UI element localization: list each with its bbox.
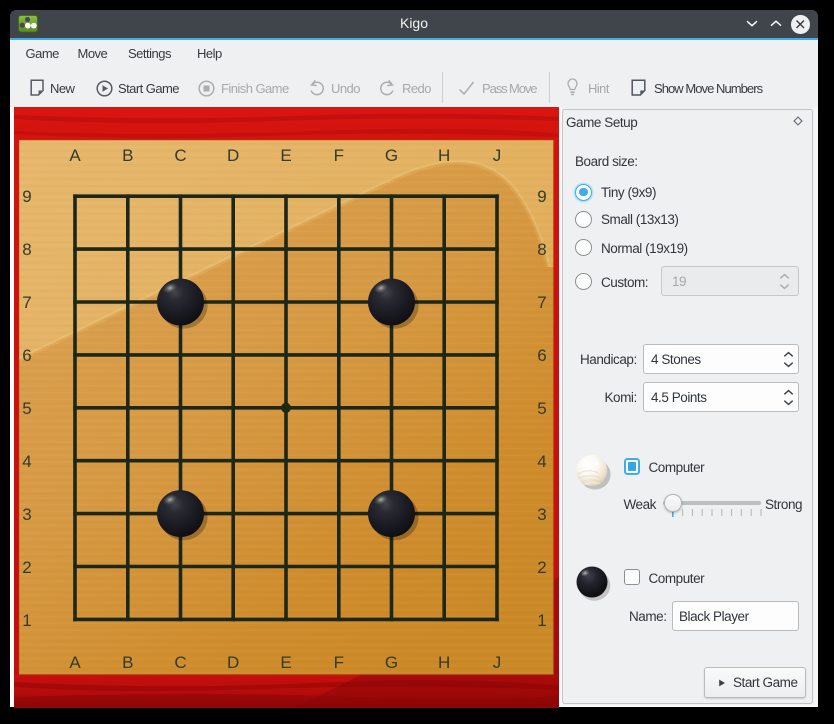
svg-text:E: E [280,653,291,672]
svg-text:6: 6 [537,346,546,365]
svg-text:D: D [227,146,239,165]
svg-text:7: 7 [22,293,31,312]
svg-text:3: 3 [537,505,546,524]
svg-text:8: 8 [537,240,546,259]
svg-text:2: 2 [537,558,546,577]
svg-text:G: G [385,653,398,672]
svg-text:6: 6 [22,346,31,365]
svg-text:1: 1 [537,611,546,630]
svg-text:3: 3 [22,505,31,524]
svg-text:2: 2 [22,558,31,577]
svg-text:C: C [174,653,186,672]
svg-text:A: A [69,653,81,672]
svg-text:J: J [493,146,502,165]
svg-text:B: B [122,653,133,672]
svg-text:F: F [334,146,344,165]
svg-text:D: D [227,653,239,672]
svg-text:J: J [493,653,502,672]
svg-text:9: 9 [537,187,546,206]
svg-text:A: A [69,146,81,165]
svg-text:G: G [385,146,398,165]
svg-text:4: 4 [537,452,546,471]
svg-text:8: 8 [22,240,31,259]
svg-text:7: 7 [537,293,546,312]
svg-text:E: E [280,146,291,165]
svg-text:5: 5 [22,399,31,418]
svg-text:H: H [438,653,450,672]
svg-text:1: 1 [22,611,31,630]
svg-text:4: 4 [22,452,31,471]
svg-text:B: B [122,146,133,165]
svg-text:H: H [438,146,450,165]
svg-text:C: C [174,146,186,165]
svg-text:F: F [334,653,344,672]
svg-text:5: 5 [537,399,546,418]
svg-text:9: 9 [22,187,31,206]
